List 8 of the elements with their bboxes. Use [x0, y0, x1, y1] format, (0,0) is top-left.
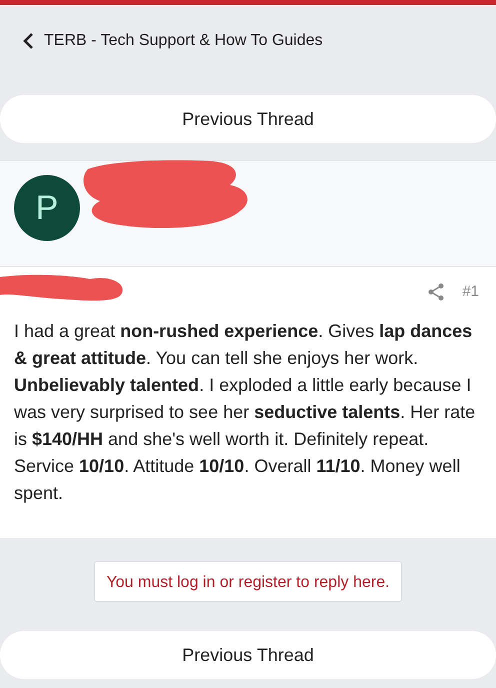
avatar[interactable]: P: [14, 175, 80, 241]
previous-thread-button[interactable]: Previous Thread: [0, 631, 496, 679]
login-to-reply-link[interactable]: You must log in or register to reply here.: [94, 561, 402, 602]
breadcrumb-link[interactable]: TERB - Tech Support & How To Guides: [44, 31, 323, 51]
back-chevron-icon[interactable]: [22, 32, 34, 50]
share-icon[interactable]: [428, 283, 444, 301]
previous-thread-button[interactable]: Previous Thread: [0, 95, 496, 143]
post-text: I had a great non-rushed experience. Gives lap dances & great attitude. You can tell she enjoys her work. Unbelievably talented. I exploded a little early because I was very surprised to see her seductive talents. Her rate is $140/HH and she's well worth it. Definitely repeat. Service 10/10. Attitude 10/10. Overall 11/10. Money well spent.: [14, 320, 476, 505]
